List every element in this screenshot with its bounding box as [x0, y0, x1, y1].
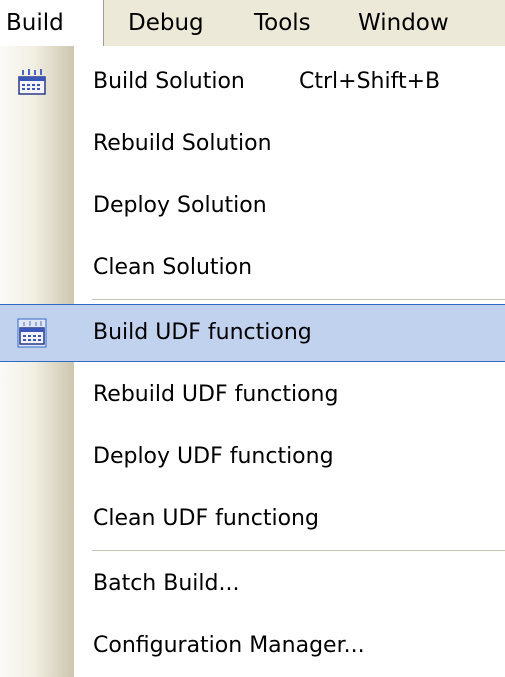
menu-item-label: Clean UDF functiong [93, 506, 319, 531]
menu-separator [92, 299, 505, 300]
menu-item-label: Configuration Manager... [93, 633, 365, 658]
menu-debug-label: Debug [128, 10, 204, 36]
menu-item-rebuild-solution[interactable]: Rebuild Solution [0, 115, 505, 173]
menu-debug[interactable]: Debug [128, 0, 204, 46]
menu-item-shortcut: Ctrl+Shift+B [299, 69, 441, 94]
menu-item-clean-solution[interactable]: Clean Solution [0, 239, 505, 297]
menu-item-rebuild-project[interactable]: Rebuild UDF functiong [0, 366, 505, 424]
menu-item-clean-project[interactable]: Clean UDF functiong [0, 490, 505, 548]
menu-item-deploy-solution[interactable]: Deploy Solution [0, 177, 505, 235]
menu-item-label: Build Solution [93, 69, 245, 94]
menu-separator [92, 550, 505, 551]
menu-item-configuration-manager[interactable]: Configuration Manager... [0, 617, 505, 675]
menu-item-label: Clean Solution [93, 255, 253, 280]
menu-tools[interactable]: Tools [254, 0, 311, 46]
menu-item-build-solution[interactable]: Build Solution Ctrl+Shift+B [0, 53, 505, 111]
menu-item-label: Rebuild Solution [93, 131, 272, 156]
menu-build[interactable]: Build [0, 0, 104, 47]
build-dropdown-menu: Build Solution Ctrl+Shift+B Rebuild Solu… [0, 46, 505, 677]
menu-tools-label: Tools [254, 10, 311, 36]
build-project-icon [17, 318, 47, 348]
menu-build-label: Build [6, 10, 64, 36]
menu-item-label: Rebuild UDF functiong [93, 382, 339, 407]
menu-item-label: Batch Build... [93, 571, 240, 596]
menu-item-deploy-project[interactable]: Deploy UDF functiong [0, 428, 505, 486]
build-solution-icon [18, 69, 46, 95]
menu-item-build-project[interactable]: Build UDF functiong [0, 304, 505, 362]
menu-bar: Build Debug Tools Window [0, 0, 505, 47]
menu-item-label: Build UDF functiong [93, 320, 312, 345]
menu-window[interactable]: Window [358, 0, 449, 46]
menu-window-label: Window [358, 10, 449, 36]
menu-item-batch-build[interactable]: Batch Build... [0, 555, 505, 613]
menu-item-label: Deploy Solution [93, 193, 267, 218]
menu-item-label: Deploy UDF functiong [93, 444, 334, 469]
